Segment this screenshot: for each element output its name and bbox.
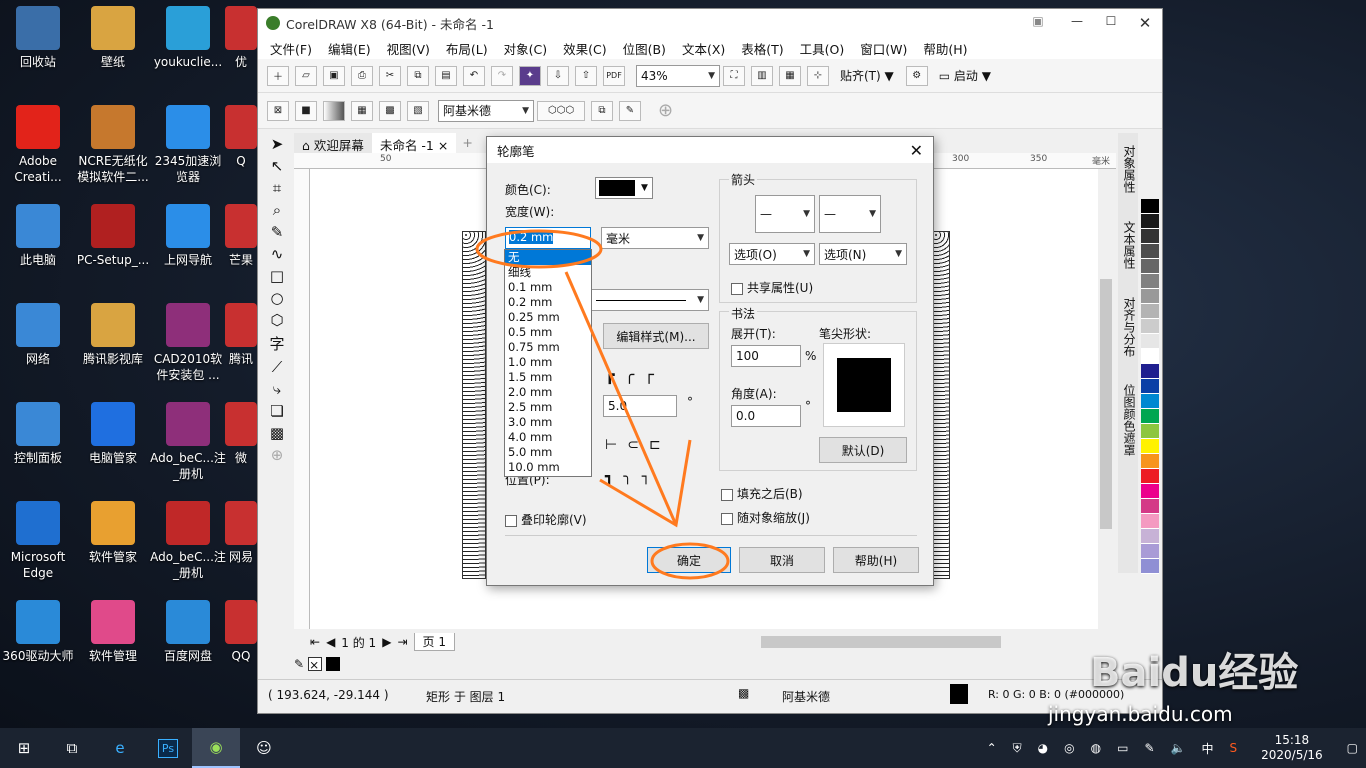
browser-tray-icon[interactable]: ◎ (1064, 741, 1074, 755)
taskbar: ⊞ ⧉ e Ps ◉ ☺ ⌃ ⛨ ◕ ◎ ◍ ▭ ✎ 🔈 中 S 15:18 20… (0, 728, 1366, 768)
notification-icon[interactable]: ▢ (1347, 741, 1358, 755)
clock-time: 15:18 (1274, 733, 1310, 747)
baidu-watermark-url: jingyan.baidu.com (1048, 702, 1233, 726)
ime-indicator[interactable]: 中 (1201, 740, 1213, 757)
start-windows-icon[interactable]: ⊞ (0, 728, 48, 768)
volume-tray-icon[interactable]: 🔈 (1171, 741, 1186, 755)
pen-tray-icon[interactable]: ✎ (1144, 741, 1154, 755)
annotation-circle-width (475, 229, 603, 269)
coreldraw-taskbar-icon[interactable]: ◉ (192, 728, 240, 768)
photo-taskbar-icon[interactable]: ☺ (240, 728, 288, 768)
tray-expand-icon[interactable]: ⌃ (987, 741, 997, 755)
clock-date: 2020/5/16 (1261, 748, 1323, 762)
shield-tray-icon[interactable]: ⛨ (1013, 741, 1022, 756)
annotation-arrow (564, 271, 678, 526)
sogou-tray-icon[interactable]: S (1230, 741, 1238, 755)
qq-tray-icon[interactable]: ◕ (1038, 741, 1048, 755)
baidu-watermark: Baidu经验 (1090, 650, 1299, 696)
ie-taskbar-icon[interactable]: e (96, 728, 144, 768)
clock[interactable]: 15:18 2020/5/16 (1253, 733, 1331, 763)
wifi-tray-icon[interactable]: ◍ (1091, 741, 1101, 755)
task-view-icon[interactable]: ⧉ (48, 728, 96, 768)
photoshop-taskbar-icon[interactable]: Ps (144, 728, 192, 768)
annotation-circle-ok (650, 542, 730, 580)
network-tray-icon[interactable]: ▭ (1117, 741, 1128, 755)
system-tray: ⌃ ⛨ ◕ ◎ ◍ ▭ ✎ 🔈 中 S 15:18 2020/5/16 ▢ (979, 728, 1366, 768)
